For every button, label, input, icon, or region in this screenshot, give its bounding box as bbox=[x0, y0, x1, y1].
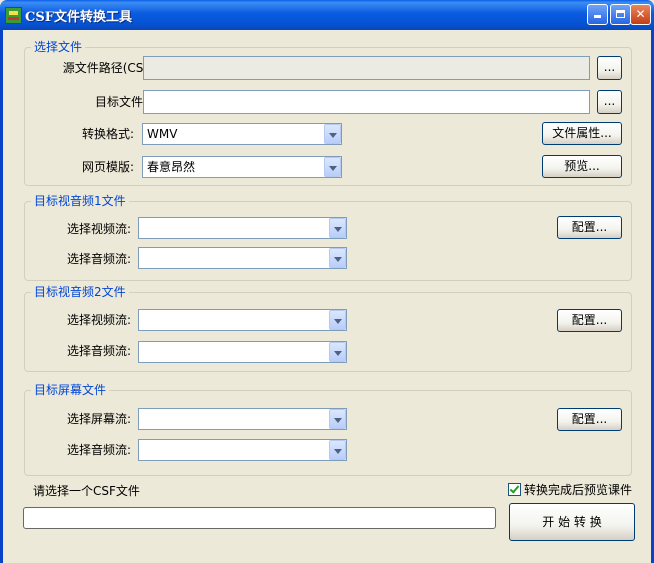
screen-stream-select[interactable] bbox=[138, 408, 347, 430]
chevron-down-icon[interactable] bbox=[324, 157, 341, 177]
title-bar[interactable]: CSF文件转换工具 ✕ bbox=[0, 0, 654, 30]
close-icon: ✕ bbox=[635, 7, 646, 21]
template-select[interactable]: 春意昂然 bbox=[142, 156, 342, 178]
maximize-icon bbox=[616, 10, 625, 18]
screen-group-title: 目标屏幕文件 bbox=[31, 383, 110, 397]
close-button[interactable]: ✕ bbox=[630, 4, 651, 25]
preview-after-label[interactable]: 转换完成后预览课件 bbox=[524, 482, 632, 498]
av2-config-button[interactable]: 配置... bbox=[557, 309, 622, 332]
av1-video-label: 选择视频流: bbox=[66, 222, 131, 236]
target-folder-input[interactable] bbox=[143, 90, 590, 114]
av2-group: 目标视音频2文件 选择视频流: 选择音频流: 配置... bbox=[24, 285, 632, 372]
template-label: 网页模版: bbox=[81, 160, 134, 174]
screen-group: 目标屏幕文件 选择屏幕流: 选择音频流: 配置... bbox=[24, 383, 632, 476]
source-file-group-title: 选择文件 bbox=[31, 40, 86, 54]
chevron-down-icon[interactable] bbox=[329, 440, 346, 460]
screen-audio-select[interactable] bbox=[138, 439, 347, 461]
csf-browse-button[interactable]: ... bbox=[597, 56, 622, 80]
av2-group-title: 目标视音频2文件 bbox=[31, 285, 129, 299]
target-browse-button[interactable]: ... bbox=[597, 90, 622, 114]
file-properties-button[interactable]: 文件属性... bbox=[542, 122, 622, 145]
chevron-down-icon[interactable] bbox=[329, 342, 346, 362]
start-convert-button[interactable]: 开 始 转 换 bbox=[509, 503, 635, 541]
av1-group-title: 目标视音频1文件 bbox=[31, 194, 129, 208]
preview-button[interactable]: 预览... bbox=[542, 155, 622, 178]
av1-config-button[interactable]: 配置... bbox=[557, 216, 622, 239]
progress-bar bbox=[23, 507, 496, 529]
av2-video-label: 选择视频流: bbox=[66, 313, 131, 327]
chevron-down-icon[interactable] bbox=[329, 409, 346, 429]
av1-video-select[interactable] bbox=[138, 217, 347, 239]
window-frame-left bbox=[0, 30, 3, 563]
maximize-button[interactable] bbox=[610, 4, 631, 25]
chevron-down-icon[interactable] bbox=[324, 124, 341, 144]
av2-audio-label: 选择音频流: bbox=[66, 344, 131, 358]
status-text: 请选择一个CSF文件 bbox=[33, 484, 140, 498]
chevron-down-icon[interactable] bbox=[329, 218, 346, 238]
format-select[interactable]: WMV bbox=[142, 123, 342, 145]
window-title: CSF文件转换工具 bbox=[25, 10, 132, 25]
av2-video-select[interactable] bbox=[138, 309, 347, 331]
av2-audio-select[interactable] bbox=[138, 341, 347, 363]
app-icon bbox=[5, 7, 22, 24]
av1-group: 目标视音频1文件 选择视频流: 选择音频流: 配置... bbox=[24, 194, 632, 281]
minimize-button[interactable] bbox=[587, 4, 608, 25]
chevron-down-icon[interactable] bbox=[329, 310, 346, 330]
screen-stream-label: 选择屏幕流: bbox=[66, 412, 131, 426]
minimize-icon bbox=[594, 15, 601, 18]
av1-audio-select[interactable] bbox=[138, 247, 347, 269]
chevron-down-icon[interactable] bbox=[329, 248, 346, 268]
screen-audio-label: 选择音频流: bbox=[66, 443, 131, 457]
format-value: WMV bbox=[147, 127, 178, 141]
av1-audio-label: 选择音频流: bbox=[66, 252, 131, 266]
source-file-group: 选择文件 源文件路径(CSF): ... 目标文件夹: ... 转换格式: WM… bbox=[24, 40, 632, 186]
screen-config-button[interactable]: 配置... bbox=[557, 408, 622, 431]
format-label: 转换格式: bbox=[81, 127, 134, 141]
template-value: 春意昂然 bbox=[147, 160, 196, 174]
csf-path-input[interactable] bbox=[143, 56, 590, 80]
preview-after-checkbox[interactable] bbox=[508, 483, 521, 496]
